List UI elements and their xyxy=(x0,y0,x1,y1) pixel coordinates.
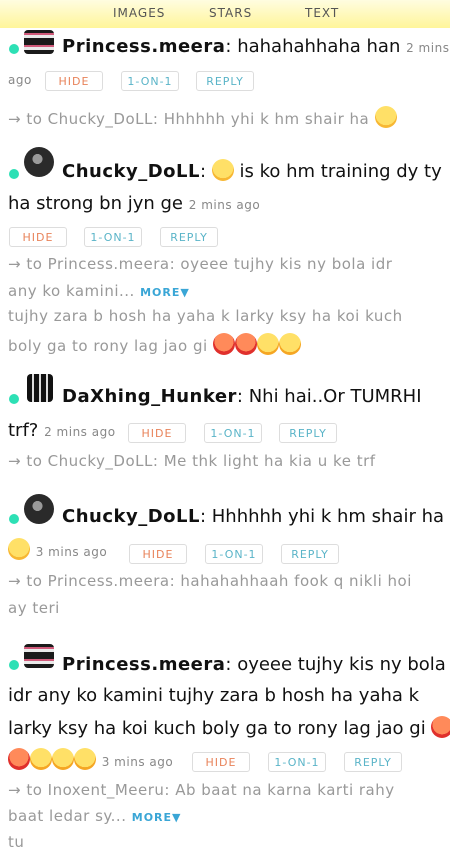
avatar[interactable] xyxy=(24,644,54,668)
avatar[interactable] xyxy=(24,30,54,54)
timestamp: 2 mins ago xyxy=(188,198,261,212)
steam-face-emoji-icon xyxy=(256,333,279,355)
hide-button[interactable]: HIDE xyxy=(128,423,186,443)
username[interactable]: DaXhing_Hunker xyxy=(62,386,237,407)
reply-preview-text: boly ga to rony lag jao gi xyxy=(8,337,208,355)
reply-preview[interactable]: → to Chucky_DoLL: Hhhhhh yhi k hm shair … xyxy=(8,106,397,128)
laughing-emoji-icon xyxy=(211,159,234,181)
online-indicator xyxy=(9,394,19,404)
message-text-line: 3 mins ago xyxy=(8,538,107,561)
message-text: trf? xyxy=(8,420,39,441)
online-indicator xyxy=(9,660,19,670)
reply-preview-text: → to Chucky_DoLL: Hhhhhh yhi k hm shair … xyxy=(8,110,370,128)
post-header: Princess.meera: hahahahhaha han 2 mins xyxy=(62,36,449,57)
laughing-emoji-icon xyxy=(8,538,30,560)
reply-button[interactable]: REPLY xyxy=(196,71,254,91)
steam-face-emoji-icon xyxy=(52,748,74,770)
username[interactable]: Princess.meera xyxy=(62,36,225,57)
username[interactable]: Chucky_DoLL xyxy=(62,161,200,182)
tab-images[interactable]: IMAGES xyxy=(113,6,165,20)
tab-text[interactable]: TEXT xyxy=(305,6,339,20)
message-text-line: larky ksy ha koi kuch boly ga to rony la… xyxy=(8,716,450,739)
username[interactable]: Chucky_DoLL xyxy=(62,506,200,527)
one-on-one-button[interactable]: 1-ON-1 xyxy=(268,752,326,772)
hide-button[interactable]: HIDE xyxy=(192,752,250,772)
avatar[interactable] xyxy=(24,147,54,177)
more-link[interactable]: MORE▼ xyxy=(140,286,190,299)
timestamp-continued: ago xyxy=(8,73,32,87)
username[interactable]: Princess.meera xyxy=(62,654,225,675)
laughing-emoji-icon xyxy=(374,106,397,128)
reply-preview: ay teri xyxy=(8,599,60,617)
reply-preview[interactable]: → to Inoxent_Meeru: Ab baat na karna kar… xyxy=(8,781,395,799)
reply-button[interactable]: REPLY xyxy=(281,544,339,564)
message-text: : Hhhhhh yhi k hm shair ha xyxy=(199,506,445,527)
message-text-line: ha strong bn jyn ge 2 mins ago xyxy=(8,193,260,214)
avatar[interactable] xyxy=(24,494,54,524)
steam-face-emoji-icon xyxy=(30,748,52,770)
reply-preview: tu xyxy=(8,833,25,851)
one-on-one-button[interactable]: 1-ON-1 xyxy=(204,423,262,443)
steam-face-emoji-icon xyxy=(74,748,96,770)
reply-button[interactable]: REPLY xyxy=(279,423,337,443)
reply-preview[interactable]: baat ledar sy... MORE▼ xyxy=(8,807,182,825)
message-text-line: trf? 2 mins ago xyxy=(8,420,116,441)
reply-preview[interactable]: → to Princess.meera: hahahahhaah fook q … xyxy=(8,572,412,590)
reply-preview-text: any ko kamini... xyxy=(8,282,135,300)
hide-button[interactable]: HIDE xyxy=(45,71,103,91)
timestamp: 2 mins xyxy=(406,41,450,55)
one-on-one-button[interactable]: 1-ON-1 xyxy=(84,227,142,247)
online-indicator xyxy=(9,169,19,179)
angry-emoji-icon xyxy=(8,748,30,770)
message-text-line: idr any ko kamini tujhy zara b hosh ha y… xyxy=(8,685,420,706)
one-on-one-button[interactable]: 1-ON-1 xyxy=(121,71,179,91)
message-text: : xyxy=(199,161,207,182)
message-text: : oyeee tujhy kis ny bola xyxy=(225,654,446,675)
avatar[interactable] xyxy=(27,374,53,402)
angry-emoji-icon xyxy=(234,333,257,355)
reply-preview[interactable]: any ko kamini... MORE▼ xyxy=(8,282,190,300)
steam-face-emoji-icon xyxy=(278,333,301,355)
reply-button[interactable]: REPLY xyxy=(160,227,218,247)
message-text: ha strong bn jyn ge xyxy=(8,193,184,214)
reply-preview[interactable]: → to Princess.meera: oyeee tujhy kis ny … xyxy=(8,255,392,273)
timestamp: 3 mins ago xyxy=(101,755,174,769)
top-tab-bar: IMAGES STARS TEXT xyxy=(0,0,450,28)
timestamp: 3 mins ago xyxy=(35,545,108,559)
post-header: Chucky_DoLL: Hhhhhh yhi k hm shair ha xyxy=(62,506,444,527)
reply-preview-text: baat ledar sy... xyxy=(8,807,127,825)
hide-button[interactable]: HIDE xyxy=(9,227,67,247)
tab-stars[interactable]: STARS xyxy=(209,6,252,20)
online-indicator xyxy=(9,514,19,524)
one-on-one-button[interactable]: 1-ON-1 xyxy=(205,544,263,564)
hide-button[interactable]: HIDE xyxy=(129,544,187,564)
more-link[interactable]: MORE▼ xyxy=(132,811,182,824)
angry-emoji-icon xyxy=(212,333,235,355)
message-text: : hahahahhaha han xyxy=(225,36,401,57)
online-indicator xyxy=(9,44,19,54)
reply-preview: boly ga to rony lag jao gi xyxy=(8,333,301,355)
angry-emoji-icon xyxy=(431,716,450,738)
message-text: : Nhi hai..Or TUMRHI xyxy=(236,386,422,407)
message-text: larky ksy ha koi kuch boly ga to rony la… xyxy=(8,718,426,739)
reply-button[interactable]: REPLY xyxy=(344,752,402,772)
post-header: Princess.meera: oyeee tujhy kis ny bola xyxy=(62,654,446,675)
post-header: Chucky_DoLL: is ko hm training dy ty xyxy=(62,159,442,182)
message-text: is ko hm training dy ty xyxy=(239,161,442,182)
post-header: DaXhing_Hunker: Nhi hai..Or TUMRHI xyxy=(62,386,422,407)
timestamp: 2 mins ago xyxy=(44,425,116,439)
reply-preview[interactable]: → to Chucky_DoLL: Me thk light ha kia u … xyxy=(8,452,376,470)
reply-preview: tujhy zara b hosh ha yaha k larky ksy ha… xyxy=(8,307,403,325)
message-text-line: 3 mins ago xyxy=(8,748,173,771)
